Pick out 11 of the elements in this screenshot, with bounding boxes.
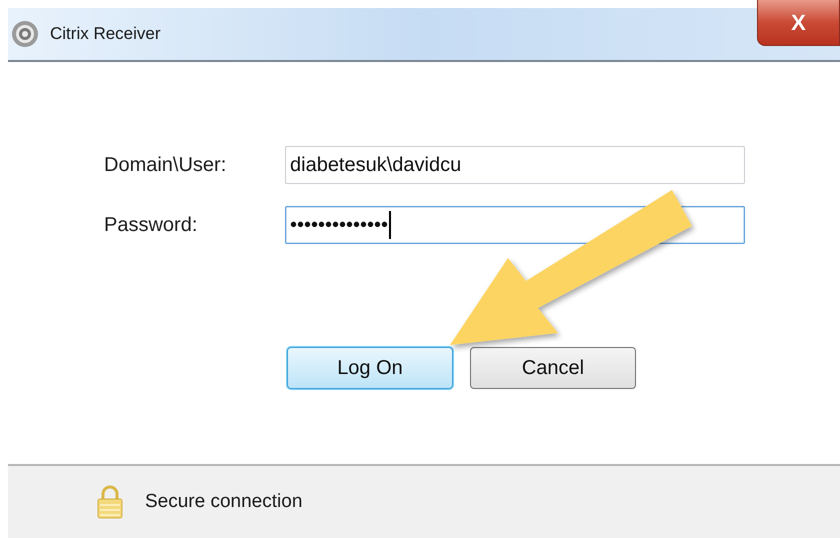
window-title: Citrix Receiver bbox=[50, 23, 161, 46]
close-button[interactable]: X bbox=[757, 0, 840, 46]
app-logo-icon bbox=[10, 19, 40, 49]
status-text: Secure connection bbox=[145, 490, 302, 514]
lock-icon bbox=[97, 485, 123, 519]
input-field[interactable]: diabetesuk\davidcu bbox=[285, 146, 745, 184]
field-label: Password: bbox=[104, 213, 198, 238]
cancel-button[interactable]: Cancel bbox=[470, 347, 636, 389]
log-on-button[interactable]: Log On bbox=[287, 347, 453, 389]
input-field[interactable]: •••••••••••••• bbox=[285, 206, 745, 244]
field-label: Domain\User: bbox=[104, 153, 228, 178]
